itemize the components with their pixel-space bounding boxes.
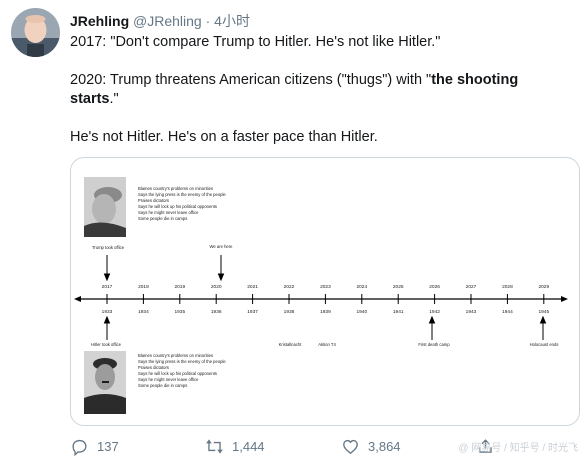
bottom-year-label: 1944 [502, 309, 513, 315]
bottom-year-label: 1933 [102, 309, 113, 315]
label-kristallnacht: Kristallnacht [279, 342, 303, 347]
reply-count: 137 [97, 439, 119, 454]
top-list-item-2: Says the lying press is the enemy of the… [138, 192, 226, 197]
bottom-year-label: 1934 [138, 309, 149, 315]
tweet-text-line-3: starts." [70, 90, 570, 109]
top-list-item-6: Some people die in camps [138, 216, 187, 221]
avatar-image [11, 8, 60, 57]
tweet-header: JRehling @JRehling · 4小时 [70, 11, 250, 31]
arrow-holocaust-ends [539, 315, 547, 340]
heart-icon [343, 439, 358, 455]
author-name[interactable]: JRehling [70, 13, 129, 29]
author-handle[interactable]: @JRehling [133, 13, 202, 29]
top-list-item-5: Says he might never leave office [138, 210, 199, 215]
retweet-icon [206, 439, 223, 454]
bottom-year-label: 1940 [356, 309, 367, 315]
arrow-we-are-here [217, 255, 225, 282]
arrow-first-death-camp [428, 315, 436, 340]
watermark: @ 网易号 / 知乎号 / 时光飞 [458, 443, 578, 454]
top-year-label: 2025 [393, 284, 404, 290]
bottom-year-label: 1945 [538, 309, 549, 315]
bottom-year-label: 1938 [284, 309, 295, 315]
retweet-button[interactable]: 1,444 [205, 437, 265, 456]
top-year-label: 2019 [174, 284, 185, 290]
trump-photo [84, 177, 126, 237]
label-hitler-took-office: Hitler took office [91, 342, 122, 347]
tweet-bold-phrase-a: the shooting [431, 72, 519, 88]
tweet-text-line-2: 2020: Trump threatens American citizens … [70, 71, 570, 90]
bottom-year-label: 1942 [429, 309, 440, 315]
tweet-text-line-1: 2017: "Don't compare Trump to Hitler. He… [70, 34, 441, 50]
avatar[interactable] [11, 8, 60, 57]
top-year-labels: 2017 2018 2019 2020 2021 2022 2023 2024 2025 2026… [102, 284, 550, 290]
bottom-list-item-4: Says he will lock up his political oppon… [138, 371, 217, 376]
top-year-label: 2026 [429, 284, 440, 290]
top-year-label: 2027 [466, 284, 477, 290]
label-aktion-t4: Aktion T4 [318, 342, 336, 347]
bottom-year-label: 1943 [466, 309, 477, 315]
bottom-year-label: 1939 [320, 309, 331, 315]
retweet-count: 1,444 [232, 439, 265, 454]
top-year-label: 2024 [356, 284, 367, 290]
top-year-label: 2022 [284, 284, 295, 290]
like-count: 3,864 [368, 439, 401, 454]
label-we-are-here: We are here [210, 244, 234, 249]
top-year-label: 2023 [320, 284, 331, 290]
reply-icon [72, 439, 87, 456]
like-button[interactable]: 3,864 [341, 437, 401, 456]
timestamp[interactable]: 4小时 [214, 13, 250, 29]
top-year-label: 2021 [247, 284, 258, 290]
hitler-photo [84, 351, 126, 414]
bottom-year-labels: 1933 1934 1935 1936 1937 1938 1939 1940 1941 1942… [102, 309, 550, 315]
top-list-item-4: Says he will lock up his political oppon… [138, 204, 217, 209]
top-list-item-1: Blames country's problems on minorities [138, 186, 213, 191]
arrow-hitler-took-office [103, 315, 111, 340]
tweet-text-line-2-prefix: 2020: Trump threatens American citizens … [70, 72, 432, 88]
bottom-list-item-1: Blames country's problems on minorities [138, 353, 213, 358]
bottom-list-item-5: Says he might never leave office [138, 377, 199, 382]
tweet-bold-phrase-b: starts [70, 91, 110, 107]
label-holocaust-ends: Holocaust ends [530, 342, 559, 347]
timeline-image: Blames country's problems on minorities … [74, 177, 568, 414]
tweet-text-line-3-suffix: ." [109, 91, 119, 107]
top-year-label: 2028 [502, 284, 513, 290]
bottom-year-label: 1935 [174, 309, 185, 315]
bottom-list-item-6: Some people die in camps [138, 383, 187, 388]
media-card[interactable]: Blames country's problems on minorities … [70, 157, 580, 426]
top-list-item-3: Praises dictators [138, 198, 169, 203]
label-first-death-camp: First death camp [418, 342, 450, 347]
top-year-label: 2017 [102, 284, 113, 290]
bottom-list-item-2: Says the lying press is the enemy of the… [138, 359, 226, 364]
tweet-text-line-4: He's not Hitler. He's on a faster pace t… [70, 129, 378, 145]
bottom-year-label: 1936 [211, 309, 222, 315]
bottom-list-item-3: Praises dictators [138, 365, 169, 370]
top-year-label: 2018 [138, 284, 149, 290]
reply-button[interactable]: 137 [70, 437, 119, 456]
timeline-axis [74, 296, 568, 302]
top-year-label: 2020 [211, 284, 222, 290]
separator: · [205, 13, 211, 29]
bottom-year-label: 1941 [393, 309, 404, 315]
label-trump-took-office: Trump took office [92, 245, 125, 250]
arrow-trump-took-office [103, 255, 111, 282]
top-year-label: 2029 [538, 284, 549, 290]
bottom-year-label: 1937 [247, 309, 258, 315]
